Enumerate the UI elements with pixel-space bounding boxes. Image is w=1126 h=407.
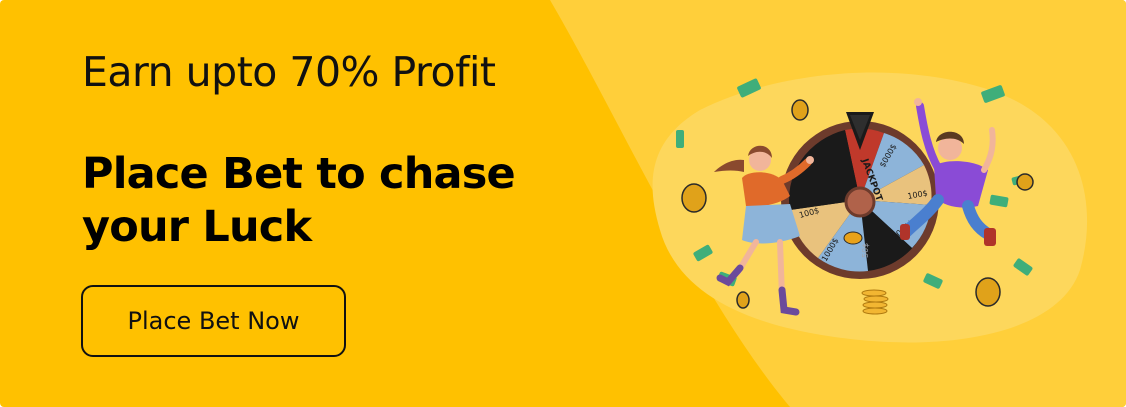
place-bet-button[interactable]: Place Bet Now <box>81 285 346 357</box>
prize-wheel-illustration: JACKPOT $000$ 100$ 2000$ 50$ 1000$ 100$ <box>676 78 1034 316</box>
headline-title: Place Bet to chase your Luck <box>82 149 516 252</box>
promo-banner: Earn upto 70% Profit Place Bet to chase … <box>0 0 1126 407</box>
wheel-label-segment: 50$ <box>861 243 870 258</box>
profit-subtitle: Earn upto 70% Profit <box>82 48 496 96</box>
coin-stack-icon <box>861 289 889 315</box>
prize-wheel-icon: JACKPOT $000$ 100$ 2000$ 50$ 1000$ 100$ <box>781 112 939 279</box>
